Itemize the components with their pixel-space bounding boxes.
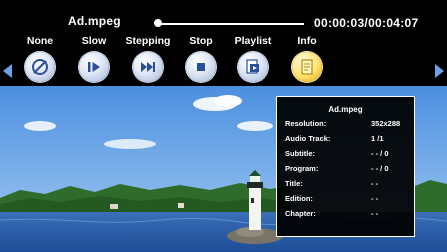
- media-player-screen: Ad.mpeg 00:00:03/00:04:07 None Slow Step…: [0, 0, 447, 252]
- info-key: Resolution:: [285, 119, 327, 128]
- info-row-program: Program: - - / 0: [285, 162, 414, 177]
- info-icon[interactable]: [292, 52, 322, 82]
- info-key: Title:: [285, 179, 303, 188]
- repeat-none-button[interactable]: None: [12, 34, 68, 82]
- info-row-resolution: Resolution: 352x288: [285, 117, 414, 132]
- info-row-subtitle: Subtitle: - - / 0: [285, 147, 414, 162]
- info-value: - -: [371, 209, 379, 218]
- info-panel-title: Ad.mpeg: [328, 105, 363, 114]
- playlist-button[interactable]: Playlist: [225, 34, 281, 82]
- stop-label: Stop: [189, 35, 213, 47]
- stepping-label: Stepping: [125, 35, 171, 47]
- scroll-right-arrow-icon[interactable]: [435, 64, 444, 78]
- info-key: Program:: [285, 164, 319, 173]
- slow-label: Slow: [81, 35, 107, 47]
- stepping-button[interactable]: Stepping: [120, 34, 176, 82]
- info-button[interactable]: Info: [279, 34, 335, 82]
- repeat-none-label: None: [26, 35, 54, 47]
- info-value: - - / 0: [371, 164, 389, 173]
- playlist-icon[interactable]: [238, 52, 268, 82]
- info-row-audio-track: Audio Track: 1 /1: [285, 132, 414, 147]
- progress-bar[interactable]: [156, 23, 304, 25]
- info-row-edition: Edition: - -: [285, 192, 414, 207]
- step-forward-icon[interactable]: [133, 52, 163, 82]
- info-panel: Ad.mpeg Resolution: 352x288 Audio Track:…: [276, 96, 415, 237]
- stop-button[interactable]: Stop: [173, 34, 229, 82]
- info-value: - -: [371, 179, 379, 188]
- slow-play-icon[interactable]: [79, 52, 109, 82]
- slow-button[interactable]: Slow: [66, 34, 122, 82]
- info-key: Audio Track:: [285, 134, 331, 143]
- info-label: Info: [297, 35, 317, 47]
- info-value: - -: [371, 194, 379, 203]
- info-key: Edition:: [285, 194, 313, 203]
- file-title: Ad.mpeg: [68, 14, 121, 28]
- title-bar: Ad.mpeg 00:00:03/00:04:07: [0, 0, 447, 34]
- info-key: Chapter:: [285, 209, 316, 218]
- info-value: 352x288: [371, 119, 401, 128]
- info-row-title: Title: - -: [285, 177, 414, 192]
- time-readout: 00:00:03/00:04:07: [314, 16, 419, 30]
- info-value: 1 /1: [371, 134, 384, 143]
- info-row-chapter: Chapter: - -: [285, 207, 414, 222]
- info-value: - - / 0: [371, 149, 389, 158]
- playlist-label: Playlist: [234, 35, 272, 47]
- progress-knob[interactable]: [153, 19, 162, 27]
- info-key: Subtitle:: [285, 149, 315, 158]
- repeat-none-icon[interactable]: [25, 52, 55, 82]
- stop-icon[interactable]: [186, 52, 216, 82]
- scroll-left-arrow-icon[interactable]: [3, 64, 12, 78]
- control-bar: None Slow Stepping Stop Playlist Info: [0, 34, 447, 86]
